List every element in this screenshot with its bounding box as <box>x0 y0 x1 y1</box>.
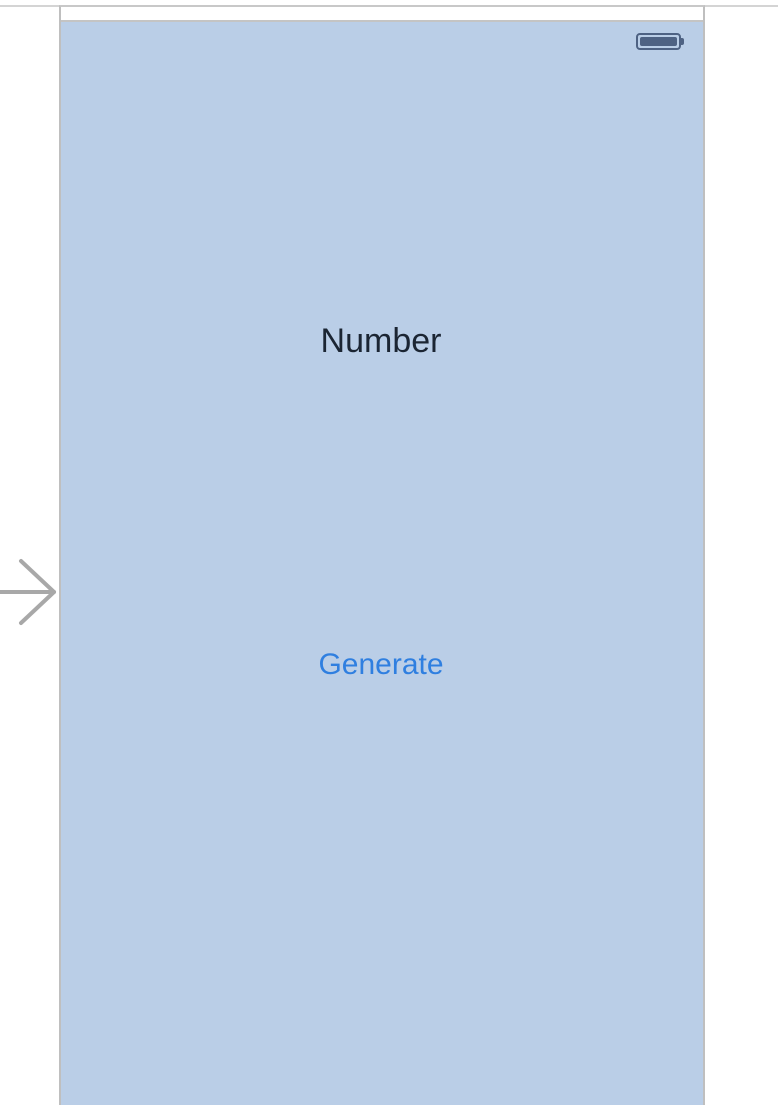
scene-header-bar[interactable] <box>61 7 703 22</box>
storyboard-canvas: Number Generate <box>0 0 778 1105</box>
battery-level-fill <box>640 37 677 46</box>
battery-tip <box>681 38 684 45</box>
main-view: Number Generate <box>61 22 703 1105</box>
battery-full-icon <box>636 33 681 50</box>
view-controller-scene[interactable]: Number Generate <box>59 5 705 1105</box>
generate-button[interactable]: Generate <box>61 646 701 684</box>
arrow-right-icon[interactable] <box>0 556 60 628</box>
number-label: Number <box>320 322 442 360</box>
